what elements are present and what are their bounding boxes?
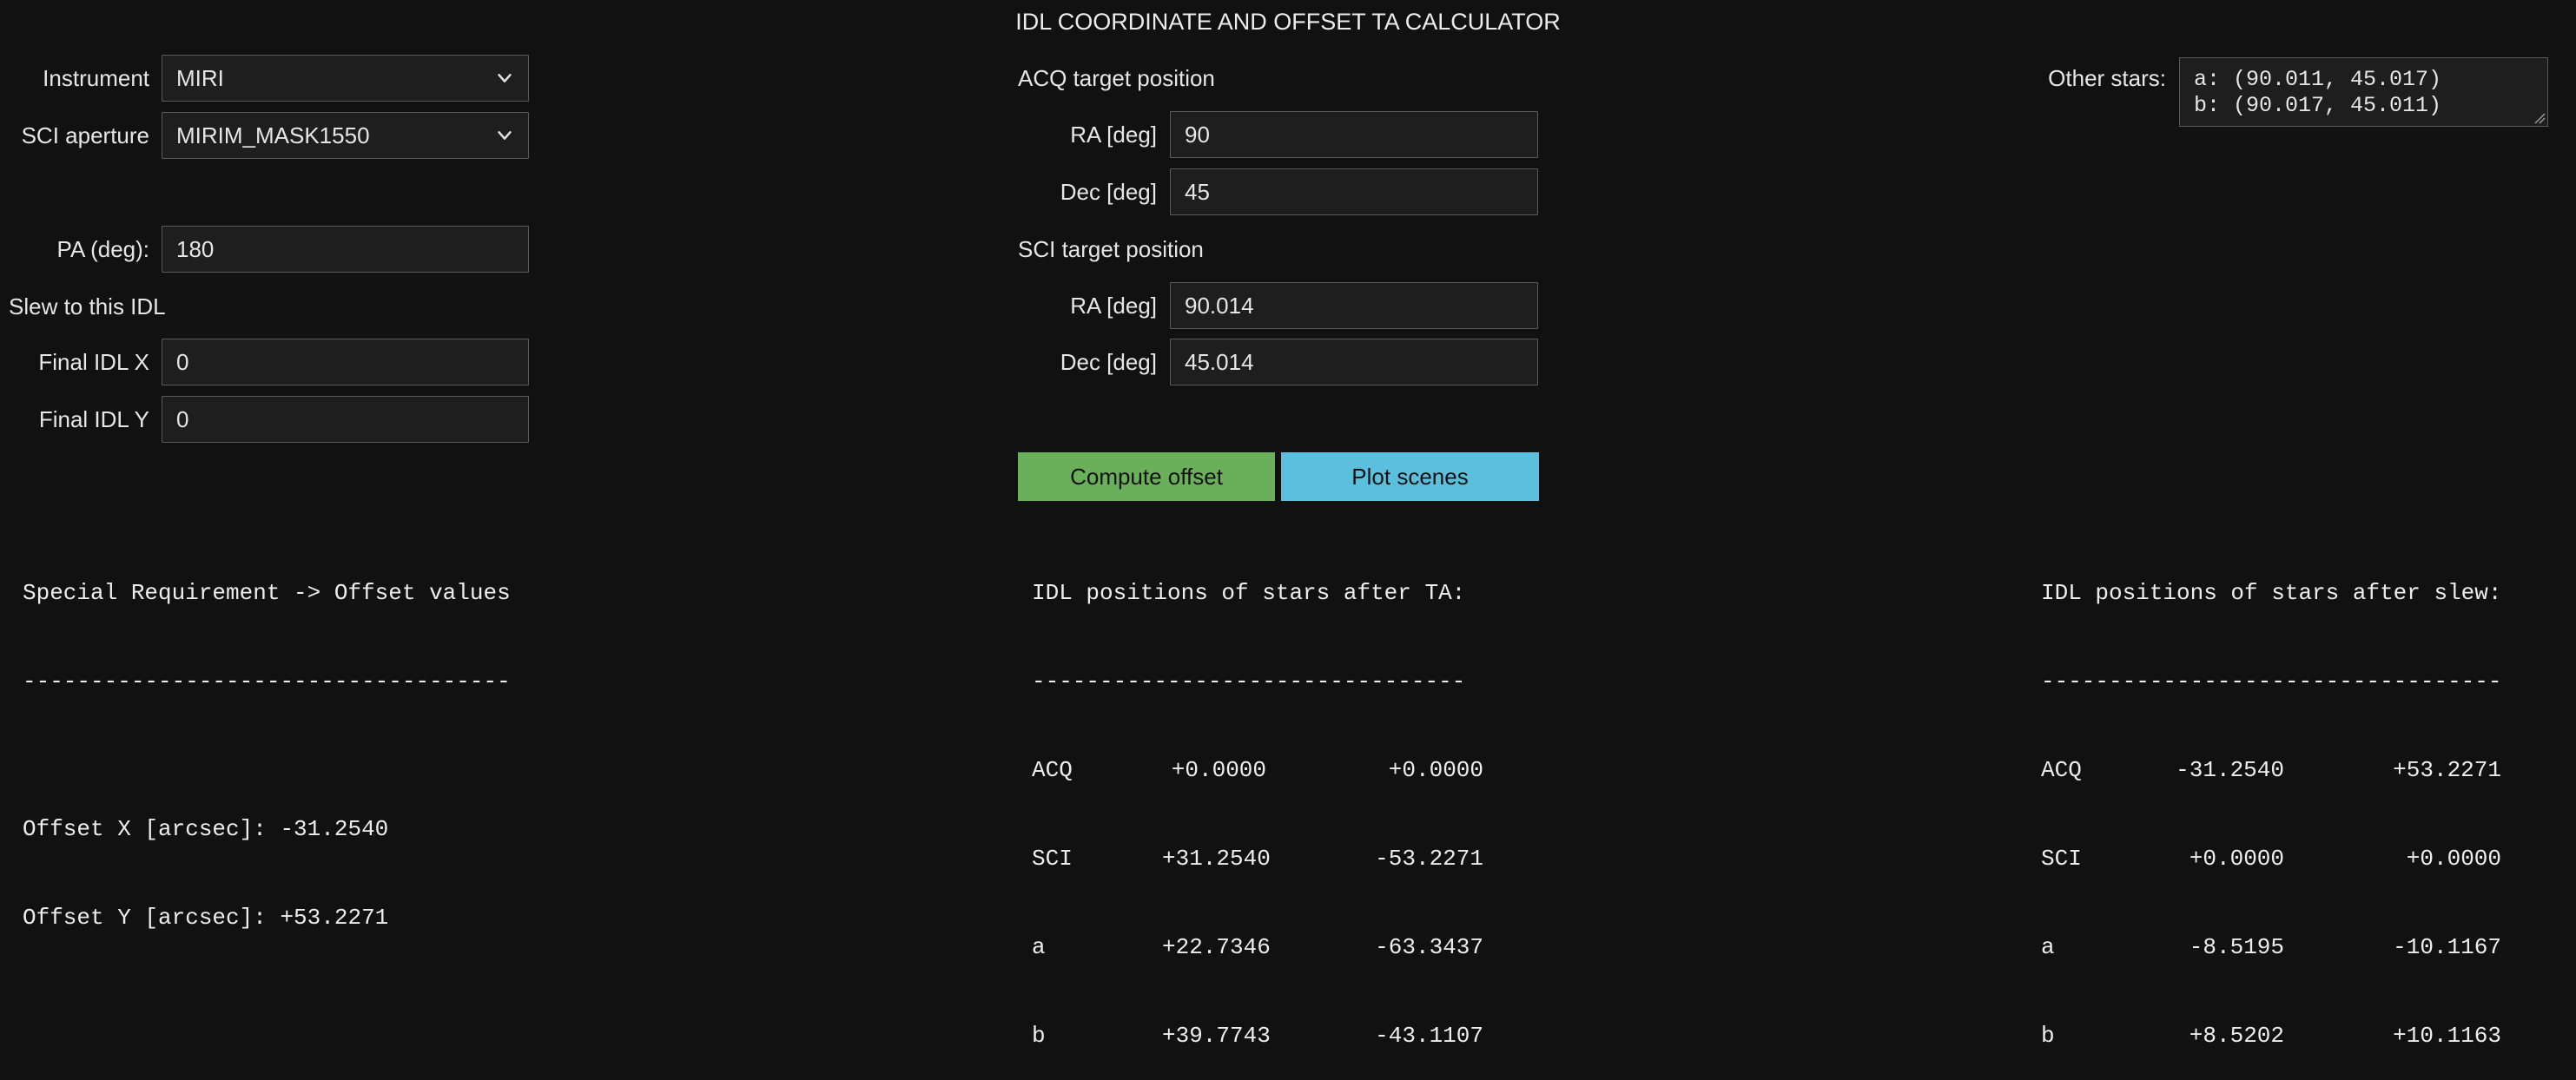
offset-output-heading: Special Requirement -> Offset values [23,580,511,606]
sci-aperture-select-value: MIRIM_MASK1550 [176,122,370,148]
after-ta-rule: -------------------------------- [1032,668,1466,695]
acq-ra-input[interactable] [1170,111,1538,158]
idl-x-value: -31.2540 [2176,757,2284,783]
star-name: ACQ [2041,757,2082,783]
sci-heading: SCI target position [1018,236,1204,262]
idl-x-value: +0.0000 [1171,757,1266,783]
offset-output-rule: ------------------------------------ [23,668,511,695]
table-row: SCI +0.0000 +0.0000 [2041,844,2502,873]
acq-heading: ACQ target position [1018,65,1215,91]
idl-x-value: +31.2540 [1162,846,1271,872]
instrument-select[interactable]: MIRI [162,55,529,102]
idl-x-value: -8.5195 [2189,934,2284,960]
idl-x-value: +8.5202 [2189,1023,2284,1049]
star-name: a [1032,934,1046,960]
compute-offset-button[interactable]: Compute offset [1018,452,1275,501]
page-title: IDL COORDINATE AND OFFSET TA CALCULATOR [1015,9,1561,35]
sci-dec-label: Dec [deg] [1060,349,1157,375]
chevron-down-icon [498,74,512,82]
resize-grip-icon[interactable] [2533,112,2546,124]
acq-dec-input[interactable] [1170,168,1538,215]
after-slew-rule: ---------------------------------- [2041,668,2502,695]
table-row: ACQ +0.0000 +0.0000 [1032,755,1483,785]
final-idl-x-input[interactable] [162,339,529,385]
sci-dec-input[interactable] [1170,339,1538,385]
after-slew-heading: IDL positions of stars after slew: [2041,580,2502,606]
chevron-down-icon [498,131,512,140]
table-row: a +22.7346 -63.3437 [1032,932,1483,962]
table-row: b +39.7743 -43.1107 [1032,1021,1483,1050]
idl-y-value: -10.1167 [2393,934,2501,960]
acq-ra-label: RA [deg] [1070,122,1157,148]
table-row: a -8.5195 -10.1167 [2041,932,2502,962]
after-ta-output: IDL positions of stars after TA: -------… [1032,519,1483,1080]
after-slew-output: IDL positions of stars after slew: -----… [2041,519,2502,1080]
idl-y-value: +53.2271 [2393,757,2501,783]
star-name: b [2041,1023,2055,1049]
instrument-select-value: MIRI [176,64,224,91]
offset-output: Special Requirement -> Offset values ---… [23,519,511,962]
sci-aperture-select[interactable]: MIRIM_MASK1550 [162,112,529,159]
star-name: SCI [2041,846,2082,872]
pa-label: PA (deg): [56,236,149,262]
star-name: SCI [1032,846,1073,872]
plot-scenes-button[interactable]: Plot scenes [1281,452,1539,501]
star-name: a [2041,934,2055,960]
final-idl-y-input[interactable] [162,396,529,443]
idl-x-value: +39.7743 [1162,1023,1271,1049]
table-row: SCI +31.2540 -53.2271 [1032,844,1483,873]
offset-x-line: Offset X [arcsec]: -31.2540 [23,816,389,842]
idl-y-value: +0.0000 [1388,757,1483,783]
after-ta-heading: IDL positions of stars after TA: [1032,580,1466,606]
table-row: b +8.5202 +10.1163 [2041,1021,2502,1050]
idl-y-value: -53.2271 [1375,846,1483,872]
acq-dec-label: Dec [deg] [1060,179,1157,205]
sci-ra-label: RA [deg] [1070,293,1157,319]
slew-heading: Slew to this IDL [9,293,166,319]
final-idl-y-label: Final IDL Y [38,406,149,432]
idl-y-value: +10.1163 [2393,1023,2501,1049]
other-stars-label: Other stars: [2048,65,2166,91]
idl-x-value: +22.7346 [1162,934,1271,960]
idl-x-value: +0.0000 [2189,846,2284,872]
sci-ra-input[interactable] [1170,282,1538,329]
star-name: ACQ [1032,757,1073,783]
idl-y-value: -63.3437 [1375,934,1483,960]
pa-input[interactable] [162,226,529,273]
star-name: b [1032,1023,1046,1049]
sci-aperture-label: SCI aperture [21,122,149,148]
other-stars-textarea[interactable]: a: (90.011, 45.017) b: (90.017, 45.011) [2179,57,2548,127]
final-idl-x-label: Final IDL X [38,349,149,375]
offset-y-line: Offset Y [arcsec]: +53.2271 [23,905,389,931]
table-row: ACQ -31.2540 +53.2271 [2041,755,2502,785]
other-stars-container: a: (90.011, 45.017) b: (90.017, 45.011) [2179,57,2548,127]
idl-y-value: +0.0000 [2406,846,2501,872]
idl-y-value: -43.1107 [1375,1023,1483,1049]
instrument-label: Instrument [43,65,149,91]
